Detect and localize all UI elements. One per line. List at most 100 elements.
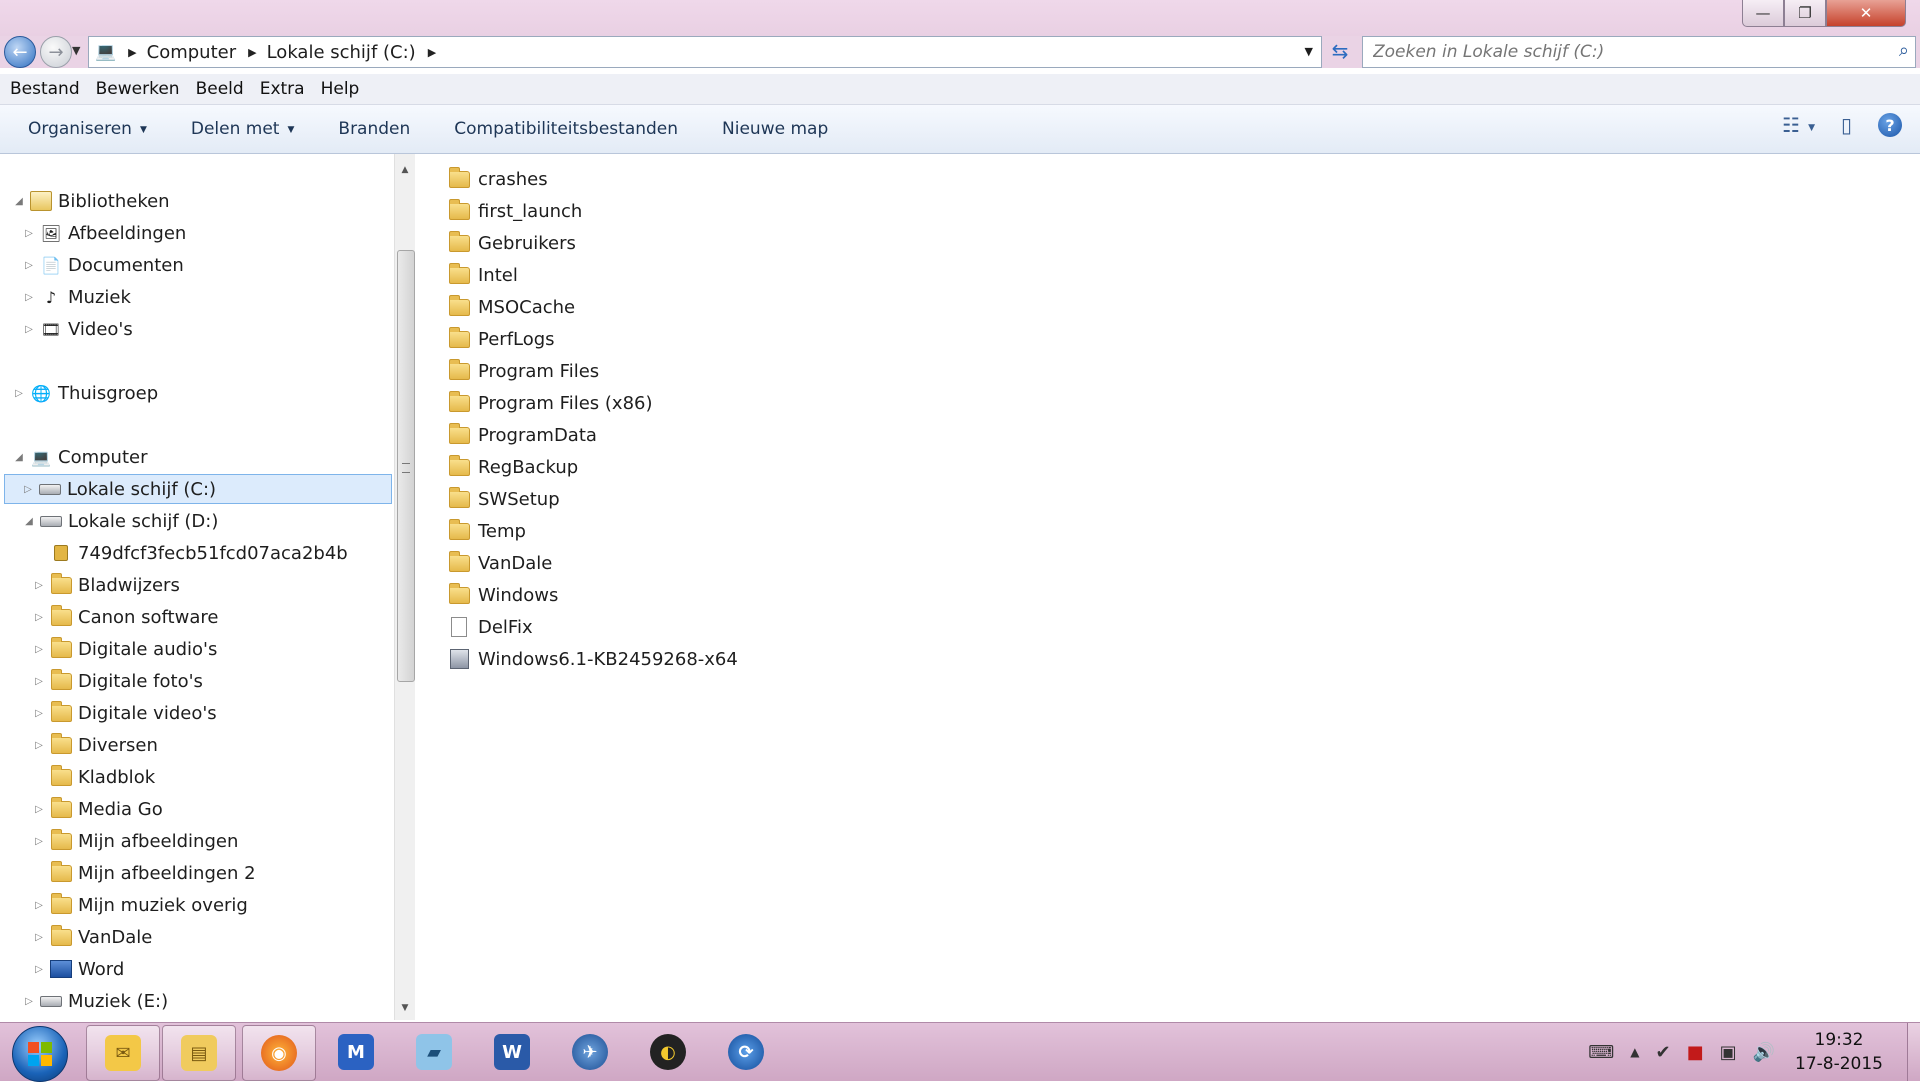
show-desktop-button[interactable]	[1907, 1023, 1920, 1081]
list-item[interactable]: MSOCache	[448, 292, 575, 322]
collapse-icon[interactable]: ◢	[12, 196, 26, 207]
organize-button[interactable]: Organiseren ▼	[0, 119, 169, 139]
tree-folder[interactable]: ▷ Mijn muziek overig	[32, 890, 248, 920]
tree-folder[interactable]: ▷ VanDale	[32, 922, 152, 952]
navigation-scrollbar[interactable]: ▲ ▼	[394, 154, 415, 1020]
view-options-button[interactable]: ☷ ▼	[1782, 113, 1815, 137]
list-item[interactable]: SWSetup	[448, 484, 560, 514]
compatibility-files-button[interactable]: Compatibiliteitsbestanden	[432, 119, 700, 139]
expand-icon[interactable]: ▷	[32, 580, 46, 591]
taskbar-explorer[interactable]: ▤	[162, 1025, 236, 1081]
search-icon[interactable]: ⌕	[1899, 40, 1909, 61]
list-item[interactable]: Intel	[448, 260, 518, 290]
menu-help[interactable]: Help	[313, 79, 368, 99]
tree-folder[interactable]: ▷ Digitale foto's	[32, 666, 203, 696]
forward-button[interactable]: →	[40, 36, 72, 68]
security-tray-icon[interactable]: ✔	[1655, 1042, 1670, 1063]
expand-icon[interactable]: ▷	[32, 900, 46, 911]
address-bar[interactable]: 💻 ▶ Computer ▶ Lokale schijf (C:) ▶ ▼	[88, 36, 1322, 68]
list-item[interactable]: PerfLogs	[448, 324, 555, 354]
taskbar-thunderbird[interactable]: ✈	[554, 1025, 626, 1079]
taskbar-notes-app[interactable]: ▰	[398, 1025, 470, 1079]
help-icon[interactable]: ?	[1878, 113, 1902, 137]
tree-folder[interactable]: ▷ Media Go	[32, 794, 163, 824]
burn-button[interactable]: Branden	[316, 119, 432, 139]
recent-pages-dropdown[interactable]: ▼	[72, 44, 80, 57]
expand-icon[interactable]: ▷	[32, 932, 46, 943]
tree-folder[interactable]: ▷ Canon software	[32, 602, 218, 632]
tree-folder[interactable]: Kladblok	[32, 762, 155, 792]
tree-item-music[interactable]: ▷ ♪ Muziek	[22, 282, 131, 312]
tree-computer[interactable]: ◢ 💻 Computer	[12, 442, 147, 472]
tree-folder[interactable]: 749dfcf3fecb51fcd07aca2b4b	[32, 538, 348, 568]
chevron-right-icon[interactable]: ▶	[248, 46, 256, 59]
start-button[interactable]	[12, 1026, 68, 1082]
menu-edit[interactable]: Bewerken	[88, 79, 188, 99]
expand-icon[interactable]: ▷	[22, 228, 36, 239]
menu-tools[interactable]: Extra	[252, 79, 313, 99]
expand-icon[interactable]: ▷	[22, 996, 36, 1007]
tree-folder[interactable]: ▷ Digitale video's	[32, 698, 217, 728]
expand-icon[interactable]: ▷	[21, 484, 35, 495]
menu-file[interactable]: Bestand	[0, 79, 88, 99]
list-item[interactable]: DelFix	[448, 612, 533, 642]
tree-folder[interactable]: ▷ Digitale audio's	[32, 634, 217, 664]
expand-icon[interactable]: ▷	[32, 612, 46, 623]
expand-icon[interactable]: ▷	[32, 740, 46, 751]
tree-folder[interactable]: Mijn afbeeldingen 2	[32, 858, 256, 888]
expand-icon[interactable]: ▷	[22, 324, 36, 335]
tree-item-pictures[interactable]: ▷ 🖼 Afbeeldingen	[22, 218, 186, 248]
list-item[interactable]: Windows6.1-KB2459268-x64	[448, 644, 738, 674]
expand-icon[interactable]: ▷	[32, 836, 46, 847]
tree-homegroup[interactable]: ▷ 🌐 Thuisgroep	[12, 378, 158, 408]
tree-item-videos[interactable]: ▷ 🎞 Video's	[22, 314, 133, 344]
address-dropdown-button[interactable]: ▼	[1305, 45, 1313, 58]
list-item[interactable]: crashes	[448, 164, 548, 194]
back-button[interactable]: ←	[4, 36, 36, 68]
breadcrumb-computer[interactable]: Computer	[147, 42, 236, 63]
minimize-button[interactable]: —	[1742, 0, 1784, 27]
refresh-button[interactable]: ⇆	[1324, 36, 1356, 66]
list-item[interactable]: Windows	[448, 580, 558, 610]
taskbar-firefox[interactable]: ◉	[242, 1025, 316, 1081]
list-item[interactable]: VanDale	[448, 548, 552, 578]
taskbar-security-app[interactable]: M	[320, 1025, 392, 1079]
expand-icon[interactable]: ▷	[32, 964, 46, 975]
taskbar-mediago[interactable]: ◐	[632, 1025, 704, 1079]
collapse-icon[interactable]: ◢	[12, 452, 26, 463]
tree-item-documents[interactable]: ▷ 📄 Documenten	[22, 250, 184, 280]
breadcrumb-drive-c[interactable]: Lokale schijf (C:)	[267, 42, 416, 63]
clock[interactable]: 19:32 17-8-2015	[1795, 1028, 1883, 1076]
close-button[interactable]: ✕	[1826, 0, 1906, 27]
scroll-thumb[interactable]	[397, 250, 415, 682]
network-icon[interactable]: ▣	[1720, 1042, 1737, 1063]
show-hidden-icons-button[interactable]: ▲	[1630, 1045, 1639, 1059]
taskbar-sync-app[interactable]: ⟳	[710, 1025, 782, 1079]
expand-icon[interactable]: ▷	[32, 804, 46, 815]
list-item[interactable]: ProgramData	[448, 420, 597, 450]
scroll-up-button[interactable]: ▲	[395, 160, 415, 180]
preview-pane-button[interactable]: ▯	[1841, 113, 1852, 137]
expand-icon[interactable]: ▷	[22, 292, 36, 303]
maximize-button[interactable]: ❐	[1784, 0, 1826, 27]
tree-drive-c[interactable]: ▷ Lokale schijf (C:)	[4, 474, 392, 504]
expand-icon[interactable]: ▷	[32, 708, 46, 719]
collapse-icon[interactable]: ◢	[22, 516, 36, 527]
taskbar-mail-app[interactable]: ✉	[86, 1025, 160, 1081]
tree-folder[interactable]: ▷ Bladwijzers	[32, 570, 180, 600]
keyboard-icon[interactable]: ⌨	[1588, 1042, 1614, 1063]
volume-icon[interactable]: 🔊	[1753, 1042, 1775, 1063]
new-folder-button[interactable]: Nieuwe map	[700, 119, 850, 139]
expand-icon[interactable]: ▷	[32, 676, 46, 687]
expand-icon[interactable]: ▷	[22, 260, 36, 271]
tree-drive-d[interactable]: ◢ Lokale schijf (D:)	[22, 506, 218, 536]
list-item[interactable]: Temp	[448, 516, 526, 546]
tree-folder[interactable]: ▷ Diversen	[32, 730, 158, 760]
list-item[interactable]: first_launch	[448, 196, 582, 226]
share-with-button[interactable]: Delen met ▼	[169, 119, 317, 139]
chevron-right-icon[interactable]: ▶	[128, 46, 136, 59]
chevron-right-icon[interactable]: ▶	[428, 46, 436, 59]
list-item[interactable]: Gebruikers	[448, 228, 576, 258]
taskbar-word[interactable]: W	[476, 1025, 548, 1079]
list-item[interactable]: Program Files	[448, 356, 599, 386]
